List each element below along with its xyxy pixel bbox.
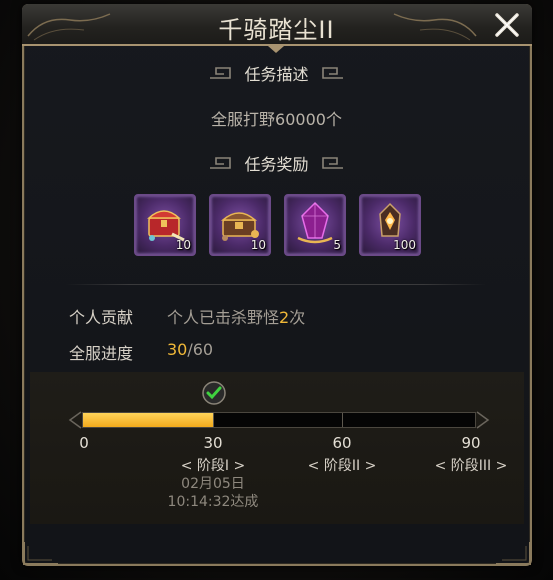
progress-bar-fill — [83, 413, 214, 427]
bar-cap-left-icon — [68, 411, 82, 429]
task-reward-title: 任务奖励 — [244, 155, 309, 174]
task-desc-text: 全服打野60000个 — [211, 110, 342, 129]
fret-ornament-left-icon — [210, 157, 232, 169]
reward-count: 10 — [175, 238, 191, 252]
chevron-left-icon: < — [180, 458, 193, 474]
personal-contribution-label: 个人贡献 — [69, 308, 134, 327]
title-notch — [268, 46, 284, 53]
chevron-right-icon: > — [495, 458, 508, 474]
task-desc-header: 任务描述 — [0, 62, 553, 84]
stage-name: 阶段I — [196, 458, 230, 474]
tick-label: 60 — [332, 434, 352, 452]
personal-contribution-row: 个人贡献 个人已击杀野怪2次 — [69, 304, 305, 328]
close-button[interactable] — [482, 4, 532, 46]
chevron-right-icon: > — [364, 458, 377, 474]
corner-ornament-left-icon — [23, 542, 58, 565]
personal-contribution-value: 个人已击杀野怪2次 — [167, 304, 305, 328]
personal-text-suffix: 次 — [289, 308, 306, 327]
achieved-time: 10:14:32达成 — [167, 494, 259, 510]
chevron-left-icon: < — [434, 458, 447, 474]
task-reward-header: 任务奖励 — [0, 152, 553, 174]
fret-ornament-left-icon — [210, 67, 232, 79]
achieved-date: 02月05日 — [181, 476, 245, 492]
reward-list: 10 10 5 100 — [134, 194, 424, 258]
server-progress-total: /60 — [187, 340, 214, 359]
stage-button-2[interactable]: < 阶段II > — [292, 455, 392, 475]
fret-ornament-right-icon — [321, 67, 343, 79]
window-title: 千骑踏尘II — [218, 16, 335, 44]
progress-tick — [213, 413, 214, 427]
chevron-left-icon: < — [307, 458, 320, 474]
section-divider — [66, 284, 486, 285]
reward-item[interactable]: 10 — [209, 194, 271, 256]
stage-button-1[interactable]: < 阶段I > — [163, 455, 263, 475]
reward-item[interactable]: 10 — [134, 194, 196, 256]
server-progress-value: 30/60 — [167, 340, 213, 359]
corner-ornament-right-icon — [496, 542, 531, 565]
reward-count: 100 — [393, 238, 416, 252]
reward-item[interactable]: 5 — [284, 194, 346, 256]
server-progress-label: 全服进度 — [69, 344, 134, 363]
tick-label: 30 — [203, 434, 223, 452]
tick-label: 90 — [461, 434, 481, 452]
stage-name: 阶段II — [323, 458, 361, 474]
purple-gem-icon — [297, 201, 333, 244]
close-icon — [495, 13, 519, 37]
tick-label: 0 — [79, 434, 89, 452]
fret-ornament-right-icon — [321, 157, 343, 169]
server-progress-current: 30 — [167, 340, 188, 359]
stage-achieved-time: 02月05日 10:14:32达成 — [143, 475, 283, 511]
stage-button-3[interactable]: < 阶段III > — [421, 455, 521, 475]
server-progress-row: 全服进度 30/60 — [69, 340, 213, 364]
personal-kill-count: 2 — [279, 308, 290, 327]
reward-count: 5 — [333, 238, 341, 252]
progress-tick — [342, 413, 343, 427]
checkmark-icon — [202, 381, 226, 405]
bar-cap-right-icon — [476, 411, 490, 429]
progress-bar — [82, 412, 476, 428]
reward-item[interactable]: 100 — [359, 194, 421, 256]
stage-name: 阶段III — [450, 458, 492, 474]
reward-count: 10 — [250, 238, 266, 252]
chevron-right-icon: > — [233, 458, 246, 474]
task-desc-title: 任务描述 — [244, 65, 309, 84]
personal-text-prefix: 个人已击杀野怪 — [167, 308, 280, 327]
